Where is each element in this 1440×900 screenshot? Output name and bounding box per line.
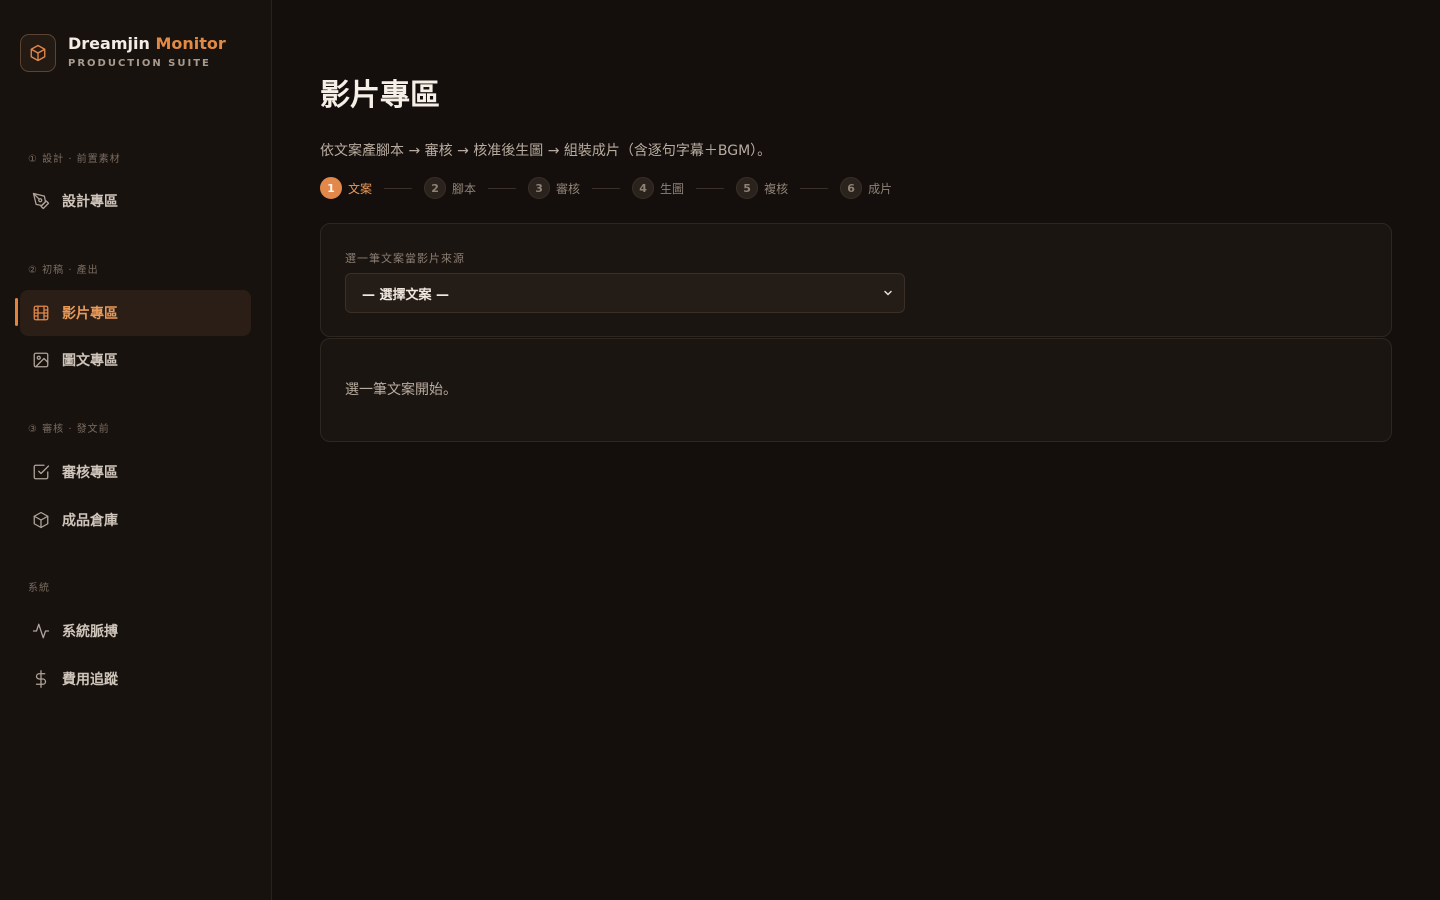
brand-name: Dreamjin Monitor bbox=[68, 34, 226, 53]
step-number: 6 bbox=[840, 177, 863, 199]
sidebar-item-video[interactable]: 影片專區 bbox=[20, 290, 251, 336]
sidebar-item-graphic[interactable]: 圖文專區 bbox=[20, 337, 251, 383]
sidebar-item-label: 影片專區 bbox=[62, 306, 118, 322]
step-5[interactable]: 5 複核 bbox=[736, 177, 788, 199]
step-label: 腳本 bbox=[452, 181, 477, 196]
source-field-label: 選一筆文案當影片來源 bbox=[345, 252, 465, 265]
step-number: 2 bbox=[424, 177, 447, 199]
step-label: 複核 bbox=[764, 181, 789, 196]
empty-state-card: 選一筆文案開始。 bbox=[320, 338, 1392, 442]
sidebar-item-label: 設計專區 bbox=[62, 194, 118, 210]
step-label: 文案 bbox=[348, 181, 373, 196]
step-2[interactable]: 2 腳本 bbox=[424, 177, 476, 199]
step-number: 5 bbox=[736, 177, 759, 199]
brand[interactable]: Dreamjin Monitor PRODUCTION SUITE bbox=[20, 34, 226, 72]
step-connector bbox=[488, 187, 517, 189]
activity-icon bbox=[32, 622, 50, 640]
step-connector bbox=[384, 187, 413, 189]
page-description: 依文案產腳本 → 審核 → 核准後生圖 → 組裝成片（含逐句字幕＋BGM）。 bbox=[320, 143, 772, 159]
sidebar-item-review[interactable]: 審核專區 bbox=[20, 449, 251, 495]
step-label: 生圖 bbox=[660, 181, 685, 196]
app: Dreamjin Monitor PRODUCTION SUITE ① 設計 ·… bbox=[0, 0, 1440, 900]
section-label-draft: ② 初稿 · 產出 bbox=[28, 265, 99, 276]
section-label-system: 系統 bbox=[28, 583, 50, 594]
active-indicator bbox=[15, 298, 18, 326]
section-label-design: ① 設計 · 前置素材 bbox=[28, 154, 121, 165]
step-connector bbox=[800, 187, 829, 189]
step-1[interactable]: 1 文案 bbox=[320, 177, 372, 199]
step-number: 1 bbox=[320, 177, 342, 199]
brand-subtitle: PRODUCTION SUITE bbox=[68, 58, 211, 69]
step-label: 成片 bbox=[868, 181, 893, 196]
dollar-icon bbox=[32, 670, 50, 688]
source-select[interactable]: — 選擇文案 — bbox=[345, 273, 905, 313]
pen-tool-icon bbox=[32, 192, 50, 210]
empty-state-text: 選一筆文案開始。 bbox=[345, 382, 457, 398]
sidebar-item-pulse[interactable]: 系統脈搏 bbox=[20, 608, 251, 654]
sidebar-item-label: 圖文專區 bbox=[62, 353, 118, 369]
main-content: 影片專區 依文案產腳本 → 審核 → 核准後生圖 → 組裝成片（含逐句字幕＋BG… bbox=[272, 0, 1440, 900]
step-number: 3 bbox=[528, 177, 551, 199]
package-icon bbox=[20, 34, 56, 72]
step-connector bbox=[696, 187, 725, 189]
check-square-icon bbox=[32, 463, 50, 481]
step-3[interactable]: 3 審核 bbox=[528, 177, 580, 199]
sidebar-item-cost[interactable]: 費用追蹤 bbox=[20, 656, 251, 702]
select-value: — 選擇文案 — bbox=[362, 287, 450, 303]
package-icon bbox=[32, 511, 50, 529]
stepper: 1 文案 2 腳本 3 審核 4 生圖 5 複核 6 成片 bbox=[320, 177, 892, 199]
step-6[interactable]: 6 成片 bbox=[840, 177, 892, 199]
sidebar-item-label: 成品倉庫 bbox=[62, 513, 118, 529]
sidebar-item-design[interactable]: 設計專區 bbox=[20, 178, 251, 224]
image-icon bbox=[32, 351, 50, 369]
sidebar-item-warehouse[interactable]: 成品倉庫 bbox=[20, 497, 251, 543]
step-number: 4 bbox=[632, 177, 655, 199]
section-label-review: ③ 審核 · 發文前 bbox=[28, 424, 110, 435]
film-icon bbox=[32, 304, 50, 322]
sidebar-item-label: 審核專區 bbox=[62, 465, 118, 481]
chevron-down-icon bbox=[882, 284, 894, 303]
source-select-card: 選一筆文案當影片來源 — 選擇文案 — bbox=[320, 223, 1392, 337]
step-connector bbox=[592, 187, 621, 189]
step-4[interactable]: 4 生圖 bbox=[632, 177, 684, 199]
page-title: 影片專區 bbox=[320, 78, 440, 113]
step-label: 審核 bbox=[556, 181, 581, 196]
sidebar-item-label: 費用追蹤 bbox=[62, 672, 118, 688]
sidebar: Dreamjin Monitor PRODUCTION SUITE ① 設計 ·… bbox=[0, 0, 272, 900]
sidebar-item-label: 系統脈搏 bbox=[62, 624, 118, 640]
